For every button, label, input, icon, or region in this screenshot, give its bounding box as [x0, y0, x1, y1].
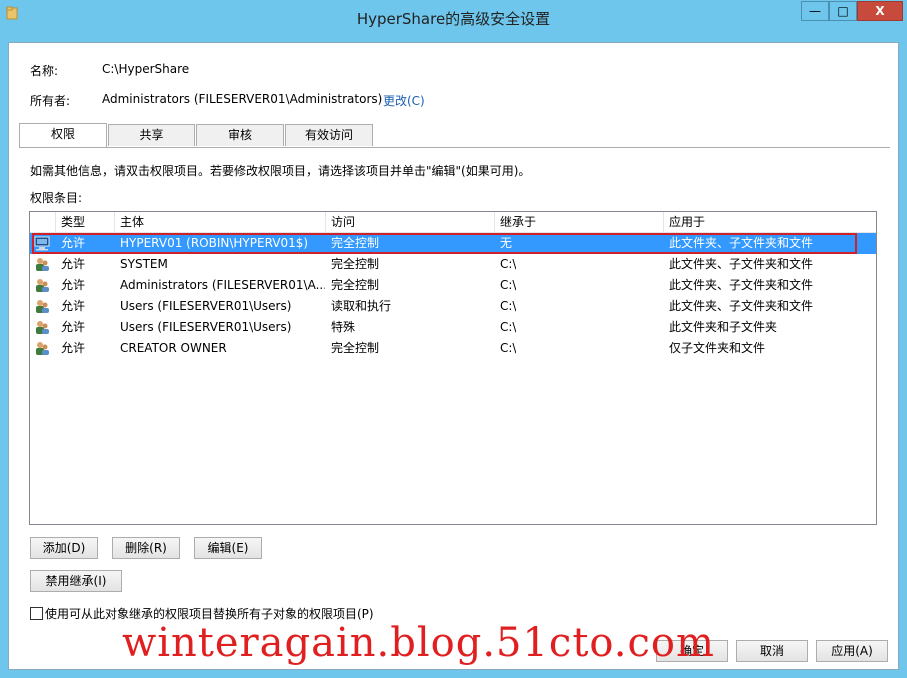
cell-type: 允许: [61, 299, 86, 313]
table-row[interactable]: 允许 CREATOR OWNER 完全控制 C:\ 仅子文件夹和文件: [30, 338, 876, 359]
cell-inherited-from: C:\: [500, 278, 517, 292]
header-access[interactable]: 访问: [326, 212, 495, 232]
watermark-text: winteragain.blog.51cto.com: [122, 620, 715, 666]
cell-type: 允许: [61, 236, 86, 250]
minimize-button[interactable]: —: [801, 1, 829, 21]
change-owner-link[interactable]: 更改(C): [383, 92, 425, 109]
tab-permissions[interactable]: 权限: [19, 123, 107, 147]
table-row[interactable]: 允许 Users (FILESERVER01\Users) 特殊 C:\ 此文件…: [30, 317, 876, 338]
users-icon: [36, 321, 49, 334]
cell-applies-to: 仅子文件夹和文件: [669, 341, 766, 355]
window-title: HyperShare的高级安全设置: [356, 10, 551, 28]
header-principal[interactable]: 主体: [115, 212, 326, 232]
cell-principal: HYPERV01 (ROBIN\HYPERV01$): [120, 236, 309, 250]
entries-label: 权限条目:: [30, 191, 83, 205]
header-inherited-from[interactable]: 继承于: [495, 212, 664, 232]
cell-inherited-from: 无: [500, 236, 513, 250]
cell-inherited-from: C:\: [500, 299, 517, 313]
dialog-body: 名称: C:\HyperShare 所有者: Administrators (F…: [8, 42, 899, 670]
maximize-button[interactable]: □: [829, 1, 857, 21]
cell-access: 特殊: [331, 320, 356, 334]
table-row[interactable]: 允许 SYSTEM 完全控制 C:\ 此文件夹、子文件夹和文件: [30, 254, 876, 275]
disable-inheritance-button[interactable]: 禁用继承(I): [30, 570, 122, 592]
header-applies-to[interactable]: 应用于: [664, 212, 876, 232]
cell-access: 读取和执行: [331, 299, 392, 313]
table-row[interactable]: 允许 Users (FILESERVER01\Users) 读取和执行 C:\ …: [30, 296, 876, 317]
cell-type: 允许: [61, 320, 86, 334]
cell-access: 完全控制: [331, 257, 380, 271]
users-icon: [36, 279, 49, 292]
cell-type: 允许: [61, 257, 86, 271]
tab-sharing[interactable]: 共享: [108, 124, 195, 146]
replace-child-permissions-checkbox[interactable]: [30, 607, 43, 620]
cell-applies-to: 此文件夹、子文件夹和文件: [669, 299, 814, 313]
cell-inherited-from: C:\: [500, 257, 517, 271]
users-icon: [36, 258, 49, 271]
table-row[interactable]: 允许 HYPERV01 (ROBIN\HYPERV01$) 完全控制 无 此文件…: [30, 233, 876, 254]
cell-access: 完全控制: [331, 236, 380, 250]
table-row[interactable]: 允许 Administrators (FILESERVER01\A... 完全控…: [30, 275, 876, 296]
cancel-button[interactable]: 取消: [736, 640, 808, 662]
cell-principal: SYSTEM: [120, 257, 168, 271]
list-header: 类型 主体 访问 继承于 应用于: [30, 212, 876, 233]
cell-access: 完全控制: [331, 278, 380, 292]
security-window: HyperShare的高级安全设置 — □ X 名称: C:\HyperShar…: [0, 0, 907, 678]
name-value: C:\HyperShare: [102, 62, 190, 76]
cell-type: 允许: [61, 341, 86, 355]
computer-icon: [34, 236, 50, 251]
add-button[interactable]: 添加(D): [30, 537, 98, 559]
cell-principal: Users (FILESERVER01\Users): [120, 320, 292, 334]
cell-applies-to: 此文件夹、子文件夹和文件: [669, 257, 814, 271]
cell-inherited-from: C:\: [500, 341, 517, 355]
owner-label: 所有者:: [30, 94, 71, 108]
cell-applies-to: 此文件夹和子文件夹: [669, 320, 778, 334]
title-bar[interactable]: HyperShare的高级安全设置 — □ X: [0, 0, 907, 34]
cell-type: 允许: [61, 278, 86, 292]
help-text: 如需其他信息，请双击权限项目。若要修改权限项目，请选择该项目并单击"编辑"(如果…: [30, 164, 531, 178]
close-button[interactable]: X: [857, 1, 903, 21]
tab-effective-access[interactable]: 有效访问: [285, 124, 373, 146]
cell-principal: Administrators (FILESERVER01\A...: [120, 278, 325, 292]
owner-value: Administrators (FILESERVER01\Administrat…: [102, 92, 383, 106]
apply-button[interactable]: 应用(A): [816, 640, 888, 662]
users-icon: [36, 300, 49, 313]
cell-applies-to: 此文件夹、子文件夹和文件: [669, 236, 814, 250]
header-icon-col: [30, 212, 56, 232]
name-label: 名称:: [30, 64, 59, 78]
users-icon: [36, 342, 49, 355]
header-type[interactable]: 类型: [56, 212, 115, 232]
cell-principal: Users (FILESERVER01\Users): [120, 299, 292, 313]
remove-button[interactable]: 删除(R): [112, 537, 180, 559]
cell-access: 完全控制: [331, 341, 380, 355]
cell-inherited-from: C:\: [500, 320, 517, 334]
permission-entries-list[interactable]: 类型 主体 访问 继承于 应用于 允许 HYPERV01 (ROBIN\HYPE…: [29, 211, 877, 525]
tab-auditing[interactable]: 审核: [196, 124, 284, 146]
edit-button[interactable]: 编辑(E): [194, 537, 262, 559]
cell-applies-to: 此文件夹、子文件夹和文件: [669, 278, 814, 292]
cell-principal: CREATOR OWNER: [120, 341, 227, 355]
